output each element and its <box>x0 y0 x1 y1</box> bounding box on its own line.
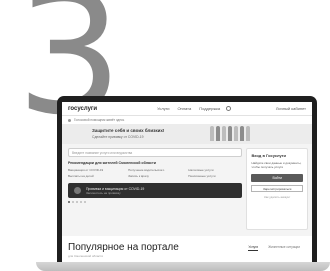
register-button[interactable]: Зарегистрироваться <box>251 185 303 193</box>
person-figure <box>246 126 250 141</box>
laptop-bezel: госуслуги Услуги Оплата Поддержка Личный… <box>57 96 317 266</box>
person-figure <box>228 126 232 141</box>
banner-illustration <box>210 126 250 141</box>
person-figure <box>234 126 238 141</box>
covid-card-text: Прививка и вакцинация от COVID-19 Запиши… <box>86 187 144 195</box>
tab-life-situations[interactable]: Жизненные ситуации <box>268 245 300 251</box>
carousel-dot[interactable] <box>80 201 82 203</box>
laptop-screen: госуслуги Услуги Оплата Поддержка Личный… <box>62 102 312 266</box>
banner-title: Защитите себя и своих близких! <box>92 128 165 134</box>
login-panel: Вход в Госуслуги Найдите свои данные и д… <box>246 148 308 230</box>
person-figure <box>210 126 214 141</box>
login-title: Вход в Госуслуги <box>251 153 286 158</box>
popular-tabs: Услуги Жизненные ситуации <box>248 245 300 251</box>
banner-text: Защитите себя и своих близких! Сделайте … <box>92 128 164 139</box>
recommendation-link[interactable]: Вакцинация от COVID-19 <box>68 168 122 172</box>
account-link[interactable]: Личный кабинет <box>276 106 306 111</box>
recommendation-link[interactable]: Налоговые услуги <box>188 168 242 172</box>
search-input[interactable]: Введите название услуги или ведомства <box>68 148 243 157</box>
person-figure <box>240 126 244 141</box>
nav-item-support[interactable]: Поддержка <box>199 106 220 111</box>
popular-subtitle: для Смоленской области <box>68 254 104 258</box>
region-text[interactable]: Голосовой помощник живёт здесь <box>74 118 124 122</box>
carousel-dot[interactable] <box>76 201 78 203</box>
region-row: Голосовой помощник живёт здесь <box>62 116 312 124</box>
person-figure <box>216 126 220 141</box>
logo[interactable]: госуслуги <box>68 106 97 112</box>
covid-card[interactable]: Прививка и вакцинация от COVID-19 Запиши… <box>68 183 243 198</box>
carousel-dot[interactable] <box>68 201 70 203</box>
covid-card-title: Прививка и вакцинация от COVID-19 <box>86 186 145 191</box>
recommendation-link[interactable]: Запись к врачу <box>128 174 182 178</box>
virus-icon <box>74 187 81 194</box>
recommendations-list: Вакцинация от COVID-19 Получение водител… <box>68 168 242 178</box>
recommendation-link[interactable]: Пенсионные услуги <box>188 174 242 178</box>
nav-item-payment[interactable]: Оплата <box>177 106 191 111</box>
vaccination-banner[interactable]: Защитите себя и своих близких! Сделайте … <box>62 124 312 144</box>
person-figure <box>222 126 226 141</box>
tab-services[interactable]: Услуги <box>248 245 259 251</box>
carousel-dot[interactable] <box>84 201 86 203</box>
laptop-base <box>36 262 330 271</box>
login-button[interactable]: Войти <box>251 174 303 183</box>
recommendation-link[interactable]: Получение водительского <box>128 168 182 172</box>
site-header: госуслуги Услуги Оплата Поддержка Личный… <box>62 102 312 116</box>
nav-item-services[interactable]: Услуги <box>157 106 169 111</box>
covid-card-subtitle: Запишитесь на прививку <box>86 190 121 195</box>
carousel-dot[interactable] <box>72 201 74 203</box>
location-pin-icon <box>68 118 71 122</box>
main-area: Введите название услуги или ведомства Ре… <box>62 144 312 230</box>
recommendation-link[interactable]: Выплаты на детей <box>68 174 122 178</box>
carousel-dots <box>68 201 242 203</box>
left-column: Введите название услуги или ведомства Ре… <box>68 148 243 230</box>
main-nav: Услуги Оплата Поддержка <box>157 106 220 111</box>
login-description: Найдите свои данные и документы, чтобы п… <box>251 161 302 170</box>
banner-subtitle: Сделайте прививку от COVID-19 <box>92 134 144 139</box>
search-icon[interactable] <box>226 106 232 111</box>
recommendations-title: Рекомендации для жителей Смоленской обла… <box>68 161 157 165</box>
login-note-link[interactable]: Как удалить аккаунт <box>251 195 303 199</box>
